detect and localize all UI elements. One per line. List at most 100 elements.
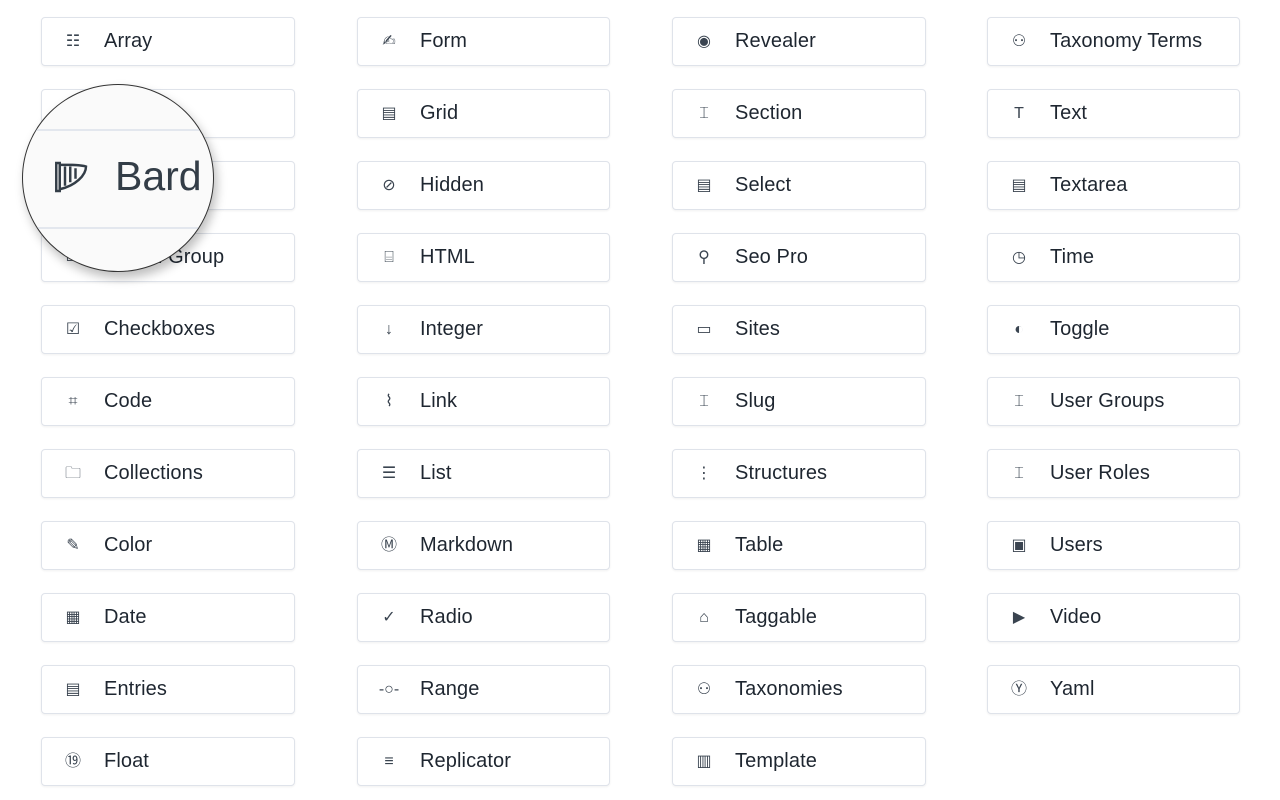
fieldtype-label: Video: [1050, 606, 1102, 628]
checkbox-icon: ☑: [65, 320, 81, 338]
divider: [23, 129, 213, 131]
fieldtype-item-structures[interactable]: ⋮ Structures: [672, 449, 926, 498]
sites-icon: ▭: [696, 320, 712, 338]
fieldtype-label: Hidden: [420, 174, 484, 196]
fieldtype-label: Taggable: [735, 606, 817, 628]
fieldtype-item-user-roles[interactable]: ⌶ User Roles: [987, 449, 1240, 498]
fieldtype-item-seo-pro[interactable]: ⚲ Seo Pro: [672, 233, 926, 282]
fieldtype-label: Textarea: [1050, 174, 1128, 196]
select-icon: ▤: [696, 176, 712, 194]
fieldtype-item-taxonomy-terms[interactable]: ⚇ Taxonomy Terms: [987, 17, 1240, 66]
color-palette-icon: ✎: [66, 536, 80, 554]
fieldtype-label: Seo Pro: [735, 246, 808, 268]
fieldtype-label: Text: [1050, 102, 1088, 124]
fieldtype-item-collections[interactable]: 🗀 Collections: [41, 449, 295, 498]
revealer-eye-icon: ◉: [697, 32, 711, 50]
fieldtype-item-array[interactable]: ☷ Array: [41, 17, 295, 66]
yaml-icon: Ⓨ: [1010, 680, 1027, 698]
fieldtype-label: List: [420, 462, 452, 484]
fieldtype-item-form[interactable]: ✍ Form: [357, 17, 610, 66]
range-icon: -○-: [378, 680, 400, 698]
section-icon: ⌶: [699, 104, 709, 122]
textarea-icon: ▤: [1011, 176, 1027, 194]
magnifier-overlay: Bard: [22, 84, 214, 272]
fieldtype-label: Template: [735, 750, 817, 772]
fieldtype-item-integer[interactable]: ↓ Integer: [357, 305, 610, 354]
fieldtype-item-textarea[interactable]: ▤ Textarea: [987, 161, 1240, 210]
fieldtype-item-markdown[interactable]: Ⓜ Markdown: [357, 521, 610, 570]
fieldtype-item-code[interactable]: ⌗ Code: [41, 377, 295, 426]
fieldtype-item-text[interactable]: T Text: [987, 89, 1240, 138]
fieldtype-item-yaml[interactable]: Ⓨ Yaml: [987, 665, 1240, 714]
magnified-label: Bard: [115, 153, 202, 199]
fieldtype-label: Markdown: [420, 534, 514, 556]
fieldtype-item-select[interactable]: ▤ Select: [672, 161, 926, 210]
fieldtype-label: Form: [420, 30, 468, 52]
tag-icon: ⌂: [699, 608, 709, 626]
code-icon: ⌗: [68, 392, 78, 410]
fieldtype-item-range[interactable]: -○- Range: [357, 665, 610, 714]
fieldtype-item-checkboxes[interactable]: ☑ Checkboxes: [41, 305, 295, 354]
fieldtype-label: Collections: [104, 462, 203, 484]
fieldtype-label: Array: [104, 30, 153, 52]
fieldtype-item-taggable[interactable]: ⌂ Taggable: [672, 593, 926, 642]
collections-icon: 🗀: [64, 464, 81, 482]
fieldtype-item-replicator[interactable]: ≡ Replicator: [357, 737, 610, 786]
fieldtype-item-list[interactable]: ☰ List: [357, 449, 610, 498]
list-icon: ☰: [381, 464, 397, 482]
fieldtype-item-link[interactable]: ⌇ Link: [357, 377, 610, 426]
fieldtype-item-table[interactable]: ▦ Table: [672, 521, 926, 570]
fieldtype-label: Code: [104, 390, 153, 412]
fieldtype-label: Radio: [420, 606, 473, 628]
fieldtype-item-time[interactable]: ◷ Time: [987, 233, 1240, 282]
fieldtype-label: Replicator: [420, 750, 512, 772]
fieldtype-item-toggle[interactable]: ◐ Toggle: [987, 305, 1240, 354]
fieldtype-item-sites[interactable]: ▭ Sites: [672, 305, 926, 354]
structures-icon: ⋮: [696, 464, 712, 482]
clock-icon: ◷: [1012, 248, 1026, 266]
fieldtype-item-html[interactable]: ⌸ HTML: [357, 233, 610, 282]
fieldtype-label: User Groups: [1050, 390, 1165, 412]
fieldtype-item-grid[interactable]: ▤ Grid: [357, 89, 610, 138]
grid-icon: ▤: [381, 104, 397, 122]
integer-sort-icon: ↓: [385, 320, 393, 338]
fieldtype-item-template[interactable]: ▥ Template: [672, 737, 926, 786]
fieldtype-label: Date: [104, 606, 147, 628]
fieldtype-label: Grid: [420, 102, 459, 124]
fieldtype-label: User Roles: [1050, 462, 1150, 484]
fieldtype-label: Taxonomies: [735, 678, 843, 700]
fieldtype-item-video[interactable]: ▶ Video: [987, 593, 1240, 642]
fieldtype-item-entries[interactable]: ▤ Entries: [41, 665, 295, 714]
fieldtype-label: Range: [420, 678, 480, 700]
fieldtype-item-color[interactable]: ✎ Color: [41, 521, 295, 570]
user-roles-icon: ⌶: [1014, 464, 1024, 482]
slug-icon: ⌶: [699, 392, 709, 410]
harp-icon: [55, 161, 88, 192]
fieldtype-item-taxonomies[interactable]: ⚇ Taxonomies: [672, 665, 926, 714]
fieldtype-label: Time: [1050, 246, 1095, 268]
fieldtype-item-user-groups[interactable]: ⌶ User Groups: [987, 377, 1240, 426]
fieldtype-item-slug[interactable]: ⌶ Slug: [672, 377, 926, 426]
form-icon: ✍: [382, 32, 396, 50]
video-icon: ▶: [1012, 608, 1026, 626]
toggle-icon: ◐: [1014, 320, 1024, 338]
html-icon: ⌸: [384, 248, 394, 266]
text-cursor-icon: T: [1014, 104, 1024, 122]
fieldtype-item-float[interactable]: ⑲ Float: [41, 737, 295, 786]
fieldtype-item-section[interactable]: ⌶ Section: [672, 89, 926, 138]
fieldtype-item-hidden[interactable]: ⊘ Hidden: [357, 161, 610, 210]
fieldtype-label: Users: [1050, 534, 1103, 556]
taxonomy-icon: ⚇: [696, 680, 712, 698]
fieldtype-item-revealer[interactable]: ◉ Revealer: [672, 17, 926, 66]
fieldtype-label: Integer: [420, 318, 483, 340]
fieldtype-item-radio[interactable]: ✓ Radio: [357, 593, 610, 642]
fieldtype-label: Taxonomy Terms: [1050, 30, 1203, 52]
markdown-icon: Ⓜ: [380, 536, 397, 554]
calendar-icon: ▦: [65, 608, 81, 626]
fieldtype-label: Yaml: [1050, 678, 1095, 700]
fieldtype-label: Float: [104, 750, 149, 772]
fieldtype-item-date[interactable]: ▦ Date: [41, 593, 295, 642]
fieldtype-label: Table: [735, 534, 784, 556]
fieldtype-label: Checkboxes: [104, 318, 216, 340]
fieldtype-item-users[interactable]: ▣ Users: [987, 521, 1240, 570]
